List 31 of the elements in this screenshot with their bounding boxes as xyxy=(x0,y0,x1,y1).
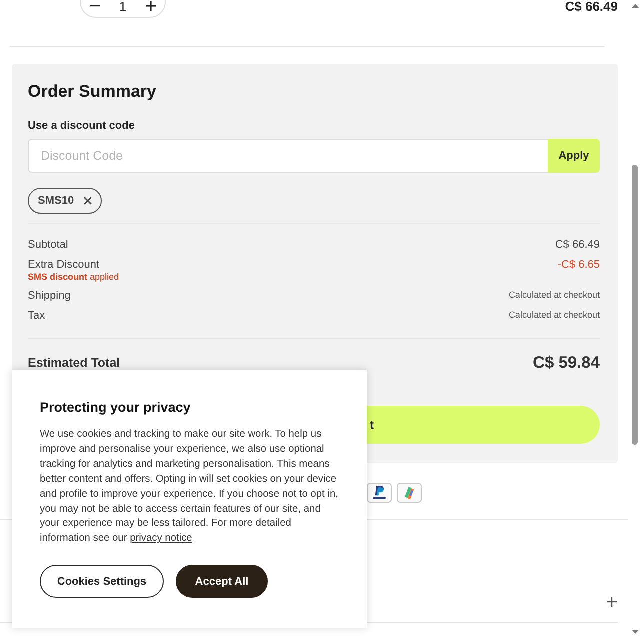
plus-icon xyxy=(146,1,156,11)
minus-icon xyxy=(90,5,100,7)
summary-value: Calculated at checkout xyxy=(508,289,600,301)
accept-all-button[interactable]: Accept All xyxy=(176,565,268,598)
code-label: SMS10 xyxy=(38,195,74,207)
dialog-title: Protecting your privacy xyxy=(40,399,192,416)
summary-label: Subtotal xyxy=(28,238,68,252)
summary-value: Calculated at checkout xyxy=(508,309,600,321)
caret-up-icon[interactable] xyxy=(632,4,638,8)
scrollbar-thumb[interactable] xyxy=(632,165,638,445)
summary-title: Order Summary xyxy=(28,82,158,102)
apply-button[interactable]: Apply xyxy=(548,139,600,173)
summary-value: -C$ 6.65 xyxy=(558,258,600,272)
summary-label: Shipping xyxy=(28,289,71,303)
caret-down-icon[interactable] xyxy=(632,630,638,634)
discount-note: SMS discount applied xyxy=(28,272,120,283)
cookie-notice-text: We use cookies and tracking to make our site work. To help us improve and personalise your experience, we also use optional tracking for analytics and marketing personalisation. This means better content and offers. Opting in will set cookies on your device and profile to improve your experience. If you choose not to opt in, you may not be able to access certain features of our site, and your experience may be less tailored. For more detailed information see our privacy notice xyxy=(40,428,340,546)
total-label: Estimated Total xyxy=(28,356,120,370)
payment-logo-icon xyxy=(397,483,422,503)
summary-label: Tax xyxy=(28,309,46,323)
item-price: C$ 66.49 xyxy=(565,0,618,14)
plus-icon[interactable] xyxy=(607,597,617,607)
summary-label: Extra Discount xyxy=(28,258,101,272)
close-icon[interactable] xyxy=(84,197,92,205)
privacy-notice-link[interactable]: privacy notice xyxy=(130,533,192,544)
quantity-value: 1 xyxy=(118,0,128,13)
cookie-settings-button[interactable]: Cookies Settings xyxy=(40,565,164,598)
summary-value: C$ 66.49 xyxy=(555,238,600,252)
discount-label: Use a discount code xyxy=(28,119,136,133)
total-value: C$ 59.84 xyxy=(533,354,600,372)
discount-code-field[interactable]: Discount Code xyxy=(28,139,548,173)
